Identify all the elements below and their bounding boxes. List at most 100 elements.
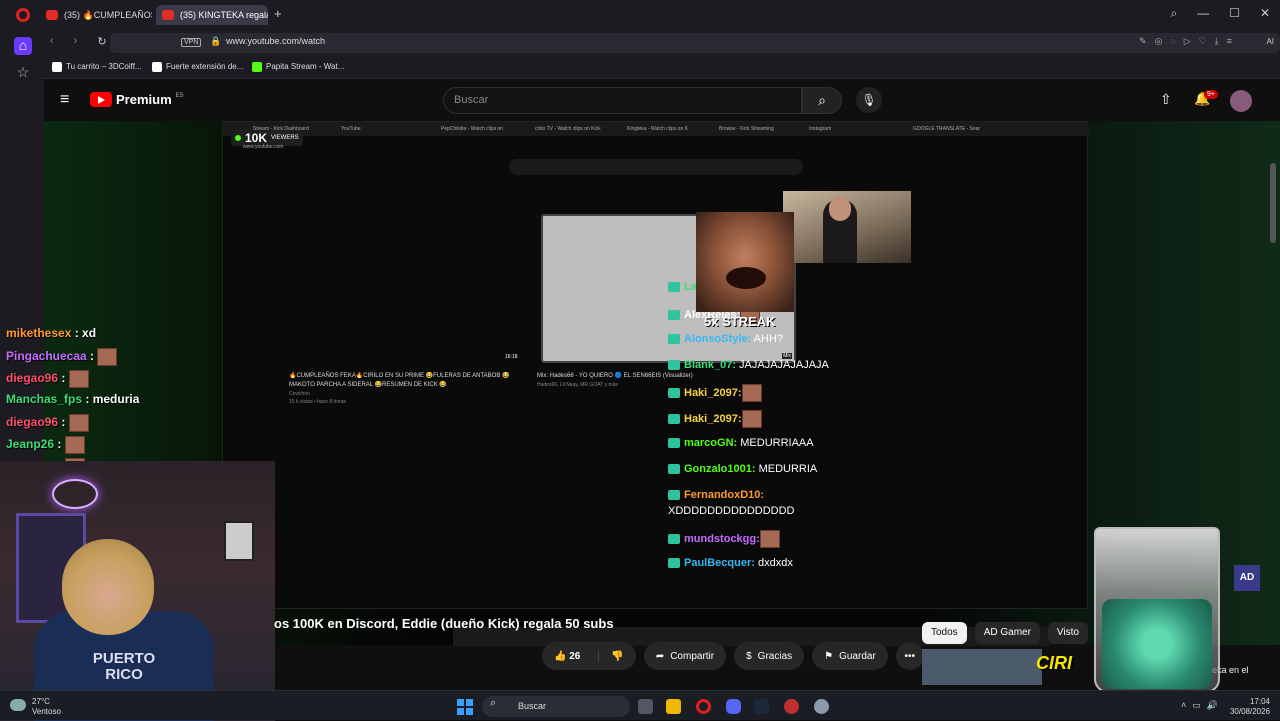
forward-icon[interactable]: › [74, 35, 78, 48]
steam-icon[interactable] [754, 699, 769, 714]
emote-image [741, 410, 762, 428]
browser-tab-2-active[interactable]: (35) KINGTEKA regala [156, 5, 268, 25]
search-button[interactable]: ⌕ [802, 87, 842, 114]
emote-image [759, 530, 780, 548]
windows-start-icon[interactable] [457, 699, 473, 715]
youtube-play-icon [90, 92, 112, 107]
overlay-chat-username: diegao96 [6, 371, 59, 386]
app-icon[interactable] [784, 699, 799, 714]
chevron-up-icon[interactable]: ˄ [1181, 700, 1186, 711]
viewer-label: VIEWERS [271, 135, 299, 141]
inner-tab: GOOGLE TRANSLATE - Sear [913, 126, 981, 132]
chat-username[interactable]: FernandoxD10: [684, 489, 764, 501]
thanks-button[interactable]: $ Gracias [734, 642, 805, 670]
weather-widget[interactable]: 27°C Ventoso [10, 697, 61, 717]
task-view-icon[interactable] [638, 699, 653, 714]
chat-message: PaulBecquer: dxdxdx [668, 556, 793, 570]
back-icon[interactable]: ‹ [50, 35, 54, 48]
streamer-cam-left: PUERTO RICO [0, 461, 275, 721]
opera-logo-icon[interactable] [16, 8, 30, 22]
save-button[interactable]: ⚑ Guardar [812, 642, 888, 670]
maximize-button[interactable]: ☐ [1229, 6, 1240, 21]
more-options-button[interactable]: ••• [895, 642, 924, 670]
badge-icon [668, 438, 680, 449]
inner-video-title-1: 🔥CUMPLEAÑOS FEKA🔥CIRILO EN SU PRIME 😂FUL… [289, 373, 510, 388]
tab-search-icon[interactable]: ⌕ [1170, 6, 1177, 21]
meme-face-image: 5x STREAK [696, 212, 794, 329]
close-button[interactable]: ✕ [1260, 6, 1270, 21]
page-scrollbar[interactable] [1270, 163, 1276, 243]
recommendation-chips: Todos AD Gamer Visto [922, 622, 1088, 644]
bookmark-3[interactable]: Papita Stream - Wat... [252, 62, 344, 72]
overlay-chat-username: Manchas_fps [6, 392, 83, 406]
ai-button[interactable]: AI [1266, 37, 1274, 46]
chat-username[interactable]: Haki_2097: [684, 413, 742, 425]
youtube-logo[interactable]: Premium ES [90, 92, 184, 107]
badge-icon [668, 490, 680, 501]
chat-username[interactable]: AlonsoStyle: [684, 333, 751, 345]
system-tray[interactable]: ˄ ▭ 🔊 [1181, 700, 1218, 711]
browser-tab-1[interactable]: (35) 🔥CUMPLEAÑOS FE [40, 5, 152, 25]
toolbar-icons[interactable]: ✎◎◌▷♡⤓≡ [1139, 36, 1240, 47]
chat-username[interactable]: Haki_2097: [684, 387, 742, 399]
clock[interactable]: 17:04 30/08/2026 [1230, 697, 1270, 717]
chat-username[interactable]: marcoGN: [684, 437, 737, 449]
like-dislike-group: 👍 26 👎 [542, 642, 636, 670]
bookmark-1[interactable]: Tu carrito – 3DCoiff... [52, 62, 142, 72]
share-icon: ➦ [655, 650, 665, 662]
thanks-label: Gracias [757, 650, 793, 662]
overlay-chat-text: : [54, 437, 65, 452]
home-icon[interactable]: ⌂ [14, 37, 32, 55]
new-tab-button[interactable]: + [274, 7, 286, 20]
url-box[interactable]: VPN 🔒 www.youtube.com/watch AI ✎◎◌▷♡⤓≡ [110, 33, 1280, 53]
address-bar: ‹ › ↻ VPN 🔒 www.youtube.com/watch AI ✎◎◌… [44, 29, 1280, 56]
minimize-button[interactable]: — [1197, 6, 1209, 21]
settings-icon[interactable] [814, 699, 829, 714]
chat-message: marcoGN: MEDURRIAAA [668, 436, 814, 450]
chat-username[interactable]: PaulBecquer: [684, 557, 755, 569]
discord-icon[interactable] [726, 699, 741, 714]
reload-icon[interactable]: ↻ [97, 35, 106, 48]
microphone-icon[interactable]: 🎙 [856, 87, 882, 113]
viewer-count: 10K [245, 131, 268, 145]
video-actions: 👍 26 👎 ➦ Compartir $ Gracias ⚑ Guardar ••• [542, 642, 924, 670]
upload-icon[interactable]: ⇧ [1160, 91, 1172, 108]
avatar[interactable] [1230, 90, 1252, 112]
badge-icon [668, 334, 680, 345]
youtube-favicon-icon [46, 10, 58, 20]
menu-icon[interactable]: ≡ [60, 92, 74, 108]
file-explorer-icon[interactable] [666, 699, 681, 714]
chip-all[interactable]: Todos [922, 622, 967, 644]
jersey-text: PUERTO RICO [92, 650, 156, 683]
glass-overlay-graphic [1094, 527, 1220, 693]
badge-icon [668, 360, 680, 371]
taskbar-search[interactable]: Buscar [482, 696, 630, 717]
url-text[interactable]: www.youtube.com/watch [226, 36, 325, 46]
dislike-button[interactable]: 👎 [598, 650, 635, 662]
chat-username[interactable]: mundstockgg: [684, 533, 760, 545]
vpn-badge[interactable]: VPN [181, 38, 202, 47]
video-title: os 100K en Discord, Eddie (dueño Kick) r… [274, 616, 614, 631]
share-label: Compartir [670, 650, 715, 662]
inner-tab: Instagram [809, 126, 832, 132]
streamer-head [62, 539, 154, 635]
chip-watched[interactable]: Visto [1047, 622, 1088, 644]
chat-username[interactable]: Blank_07: [684, 359, 736, 371]
inner-url: www.youtube.com [243, 144, 284, 150]
opera-taskbar-icon[interactable] [696, 699, 711, 714]
chat-username[interactable]: Gonzalo1001: [684, 463, 756, 475]
bookmark-2[interactable]: Fuerte extensión de... [152, 62, 243, 72]
volume-icon[interactable]: 🔊 [1207, 700, 1218, 711]
badge-icon [668, 282, 680, 293]
chip-ad-gamer[interactable]: AD Gamer [974, 622, 1040, 644]
star-icon[interactable]: ☆ [14, 64, 32, 82]
like-button[interactable]: 👍 26 [542, 651, 592, 662]
thanks-icon: $ [746, 650, 752, 662]
ad-gamer-logo: AD [1234, 565, 1260, 591]
share-button[interactable]: ➦ Compartir [643, 642, 727, 670]
overlay-chat-username: Jeanp26 [6, 437, 55, 452]
network-icon[interactable]: ▭ [1192, 700, 1201, 711]
search-input[interactable]: Buscar [443, 87, 802, 114]
recommended-thumbnail[interactable] [922, 649, 1042, 685]
inner-tab: Browse - Kick Streaming [719, 126, 774, 132]
